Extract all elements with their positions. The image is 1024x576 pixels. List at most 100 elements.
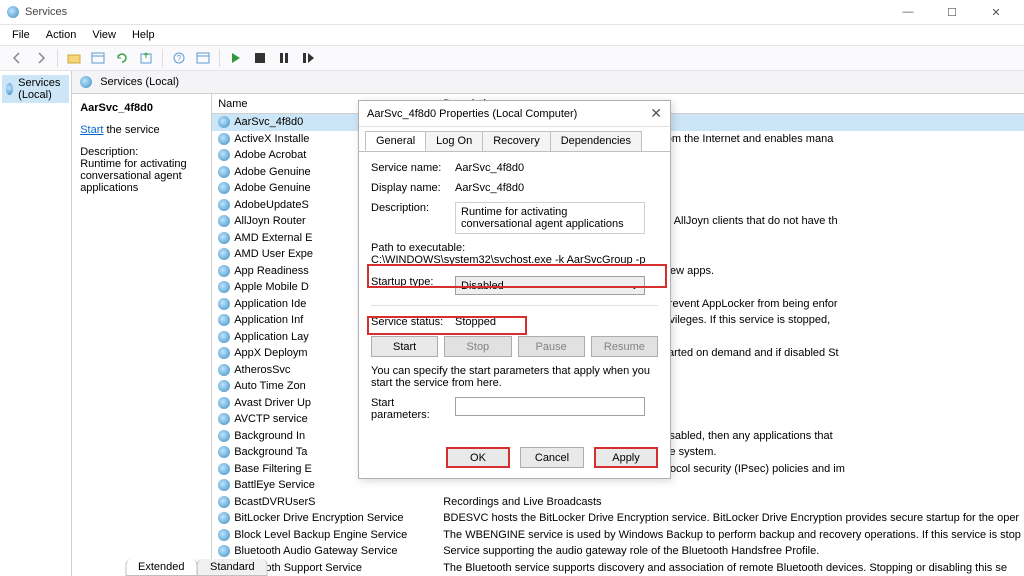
cancel-button[interactable]: Cancel [520, 447, 584, 468]
gear-icon [218, 166, 230, 178]
svc-name: BitLocker Drive Encryption Service [234, 512, 403, 524]
disp-name-label: Display name: [371, 182, 455, 194]
svc-name: AllJoyn Router [234, 215, 306, 227]
svc-name: Background Ta [234, 446, 307, 458]
svc-desc: Service supporting the audio gateway rol… [437, 545, 1024, 557]
refresh-icon[interactable] [111, 47, 133, 69]
forward-icon[interactable] [30, 47, 52, 69]
close-button[interactable]: ✕ [974, 0, 1018, 25]
svc-name: Adobe Genuine [234, 182, 310, 194]
start-button[interactable]: Start [371, 336, 438, 357]
gear-icon [218, 281, 230, 293]
gear-icon [6, 83, 13, 95]
restart-icon[interactable] [297, 47, 319, 69]
table-row[interactable]: BcastDVRUserS Recordings and Live Broadca… [212, 494, 1024, 511]
gear-icon [218, 529, 230, 541]
path-value: C:\WINDOWS\system32\svchost.exe -k AarSv… [371, 254, 658, 266]
svg-text:?: ? [177, 54, 182, 63]
svc-desc: Recordings and Live Broadcasts [437, 496, 1024, 508]
maximize-button[interactable]: ☐ [930, 0, 974, 25]
table-row[interactable]: Block Level Backup Engine Service The WBE… [212, 527, 1024, 544]
svc-name: Block Level Backup Engine Service [234, 529, 407, 541]
menu-action[interactable]: Action [38, 27, 85, 43]
svc-name: AarSvc_4f8d0 [234, 116, 303, 128]
svc-name: AppX Deploym [234, 347, 307, 359]
gear-icon [218, 512, 230, 524]
table-row[interactable]: Bluetooth Audio Gateway ServiceService s… [212, 543, 1024, 560]
gear-icon [218, 463, 230, 475]
start-params-input[interactable] [455, 397, 645, 416]
svc-name: AtherosSvc [234, 364, 290, 376]
params-help: You can specify the start parameters tha… [371, 365, 658, 389]
tree-item-label: Services (Local) [18, 77, 65, 101]
gear-icon [218, 413, 230, 425]
gear-icon [218, 397, 230, 409]
pause-button: Pause [518, 336, 585, 357]
gear-icon [80, 76, 92, 88]
menu-help[interactable]: Help [124, 27, 163, 43]
gear-icon [218, 314, 230, 326]
bottom-tabs: Extended Standard [125, 554, 268, 576]
tab-recovery[interactable]: Recovery [482, 131, 550, 151]
startup-type-select[interactable]: Disabled⌄ [455, 276, 645, 295]
minimize-button[interactable]: — [886, 0, 930, 25]
table-row[interactable]: BattlEye Service [212, 477, 1024, 494]
tab-logon[interactable]: Log On [425, 131, 483, 151]
chevron-down-icon: ⌄ [630, 279, 639, 292]
tree-item-services[interactable]: Services (Local) [2, 75, 69, 103]
gear-icon [218, 149, 230, 161]
svc-name: ActiveX Installe [234, 133, 309, 145]
table-row[interactable]: BitLocker Drive Encryption ServiceBDESVC… [212, 510, 1024, 527]
app-icon [6, 5, 20, 19]
menu-view[interactable]: View [84, 27, 124, 43]
properties-dialog: AarSvc_4f8d0 Properties (Local Computer)… [358, 100, 671, 479]
ok-button[interactable]: OK [446, 447, 510, 468]
folder-icon[interactable] [63, 47, 85, 69]
svc-desc: The WBENGINE service is used by Windows … [437, 529, 1024, 541]
gear-icon [218, 430, 230, 442]
gear-icon [218, 215, 230, 227]
tab-standard[interactable]: Standard [197, 559, 268, 576]
gear-icon [218, 199, 230, 211]
menubar: File Action View Help [0, 25, 1024, 45]
stop-button: Stop [444, 336, 511, 357]
tab-general[interactable]: General [365, 131, 426, 151]
play-icon[interactable] [225, 47, 247, 69]
table-row[interactable]: Bluetooth Support ServiceThe Bluetooth s… [212, 560, 1024, 576]
svc-name: AdobeUpdateS [234, 199, 309, 211]
svc-name: Base Filtering E [234, 463, 312, 475]
window-titlebar: Services — ☐ ✕ [0, 0, 1024, 25]
description-label: Description: [80, 146, 203, 158]
svc-name: Application Lay [234, 331, 309, 343]
pause-icon[interactable] [273, 47, 295, 69]
description-text: Runtime for activating conversational ag… [80, 158, 203, 194]
details-pane: AarSvc_4f8d0 Start the service Descripti… [72, 94, 212, 576]
svc-name: BcastDVRUserS [234, 496, 315, 508]
window-title: Services [25, 6, 67, 18]
toolbar: ? [0, 45, 1024, 71]
start-service-rest: the service [103, 124, 159, 136]
svc-name: Application Inf [234, 314, 303, 326]
menu-file[interactable]: File [4, 27, 38, 43]
gear-icon [218, 331, 230, 343]
properties-icon[interactable] [192, 47, 214, 69]
svc-name: Application Ide [234, 298, 306, 310]
tab-extended[interactable]: Extended [125, 559, 197, 576]
help-icon[interactable]: ? [168, 47, 190, 69]
grid-icon[interactable] [87, 47, 109, 69]
gear-icon [218, 496, 230, 508]
stop-icon[interactable] [249, 47, 271, 69]
dialog-close-icon[interactable]: ✕ [650, 105, 662, 122]
back-icon[interactable] [6, 47, 28, 69]
tab-dependencies[interactable]: Dependencies [550, 131, 642, 151]
status-label: Service status: [371, 316, 455, 328]
export-icon[interactable] [135, 47, 157, 69]
svc-name: AMD External E [234, 232, 312, 244]
apply-button[interactable]: Apply [594, 447, 658, 468]
svc-name-value: AarSvc_4f8d0 [455, 162, 658, 174]
gear-icon [218, 364, 230, 376]
gear-icon [218, 380, 230, 392]
start-service-link[interactable]: Start [80, 124, 103, 136]
gear-icon [218, 298, 230, 310]
params-label: Start parameters: [371, 397, 455, 421]
